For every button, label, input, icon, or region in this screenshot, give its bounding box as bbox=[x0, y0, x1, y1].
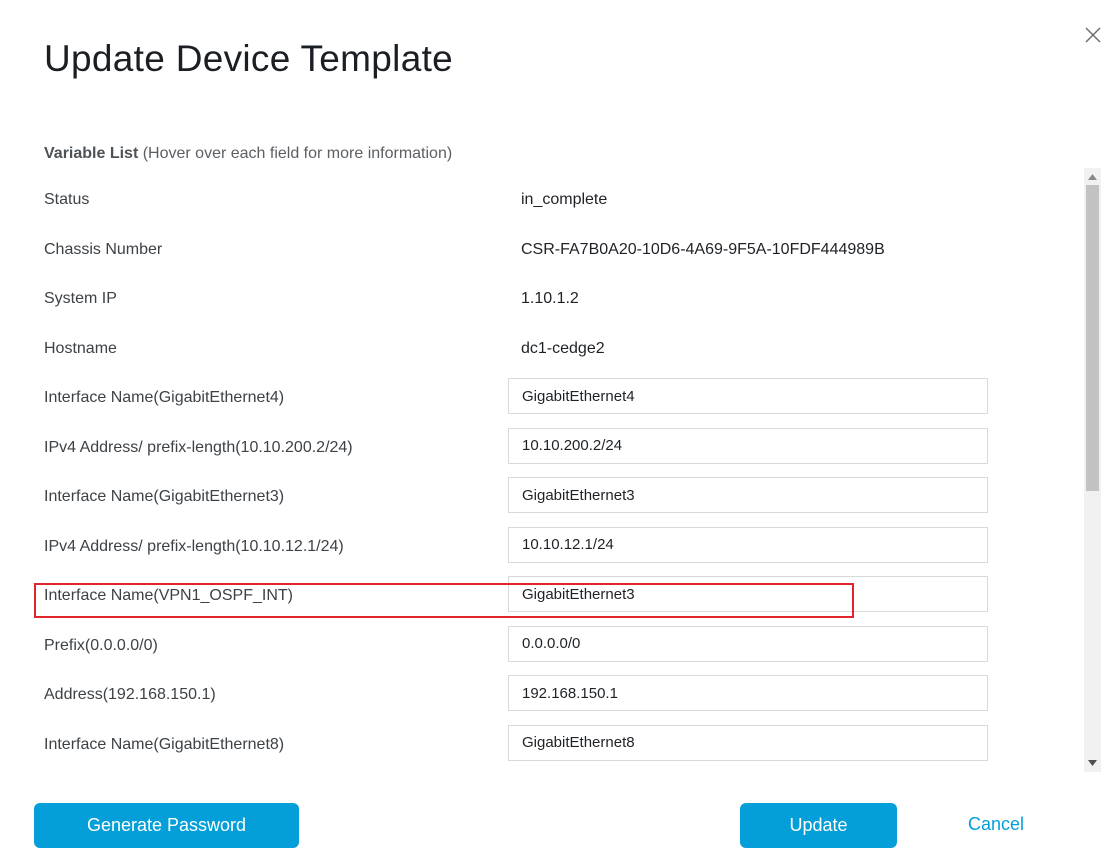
variable-label: Interface Name(GigabitEthernet8) bbox=[44, 735, 285, 753]
variable-row-input: Interface Name(VPN1_OSPF_INT) bbox=[0, 572, 1080, 622]
variable-label: Interface Name(VPN1_OSPF_INT) bbox=[44, 587, 293, 604]
variable-label: Hostname bbox=[44, 339, 117, 357]
close-icon[interactable] bbox=[1082, 24, 1104, 46]
variable-input[interactable] bbox=[508, 427, 988, 464]
variable-input[interactable] bbox=[508, 526, 988, 563]
generate-password-button[interactable]: Generate Password bbox=[34, 803, 299, 848]
update-button[interactable]: Update bbox=[740, 803, 897, 848]
variable-list-title: Variable List bbox=[44, 145, 139, 162]
variable-input[interactable] bbox=[508, 477, 988, 513]
variable-value: CSR-FA7B0A20-10D6-4A69-9F5A-10FDF444989B bbox=[521, 240, 885, 258]
variable-input[interactable] bbox=[508, 625, 988, 662]
variable-row-hostname: Hostname dc1-cedge2 bbox=[0, 325, 1080, 375]
variable-value: dc1-cedge2 bbox=[521, 339, 605, 357]
variable-input[interactable] bbox=[508, 675, 988, 711]
variable-row-system-ip: System IP 1.10.1.2 bbox=[0, 275, 1080, 325]
variable-label: System IP bbox=[44, 290, 117, 307]
variable-row-input: Interface Name(GigabitEthernet8) bbox=[0, 721, 1080, 769]
variable-value: in_complete bbox=[521, 191, 608, 208]
variable-row-input: IPv4 Address/ prefix-length(10.10.12.1/2… bbox=[0, 523, 1080, 573]
scrollbar-thumb[interactable] bbox=[1086, 185, 1099, 491]
variable-row-input: Interface Name(GigabitEthernet4) bbox=[0, 374, 1080, 424]
variable-list-header: Variable List (Hover over each field for… bbox=[44, 145, 452, 163]
variable-row-input: Prefix(0.0.0.0/0) bbox=[0, 622, 1080, 672]
vertical-scrollbar[interactable] bbox=[1084, 168, 1101, 772]
dialog-title: Update Device Template bbox=[44, 38, 454, 79]
variable-input[interactable] bbox=[508, 724, 988, 761]
variable-input[interactable] bbox=[508, 378, 988, 414]
variable-row-status: Status in_complete bbox=[0, 176, 1080, 226]
variable-list: Status in_complete Chassis Number CSR-FA… bbox=[0, 176, 1080, 768]
variable-row-input: Interface Name(GigabitEthernet3) bbox=[0, 473, 1080, 523]
variable-label: Prefix(0.0.0.0/0) bbox=[44, 636, 158, 654]
scroll-up-arrow-icon[interactable] bbox=[1084, 170, 1101, 184]
variable-input[interactable] bbox=[508, 576, 988, 612]
scroll-down-arrow-icon[interactable] bbox=[1084, 756, 1101, 770]
variable-label: Interface Name(GigabitEthernet4) bbox=[44, 389, 285, 406]
variable-label: IPv4 Address/ prefix-length(10.10.200.2/… bbox=[44, 438, 353, 456]
variable-row-input: Address(192.168.150.1) bbox=[0, 671, 1080, 721]
variable-label: Interface Name(GigabitEthernet3) bbox=[44, 488, 285, 505]
cancel-button[interactable]: Cancel bbox=[968, 814, 1024, 835]
variable-row-chassis-number: Chassis Number CSR-FA7B0A20-10D6-4A69-9F… bbox=[0, 226, 1080, 276]
variable-label: Address(192.168.150.1) bbox=[44, 686, 216, 703]
variable-label: Chassis Number bbox=[44, 240, 163, 258]
variable-label: IPv4 Address/ prefix-length(10.10.12.1/2… bbox=[44, 537, 344, 555]
variable-row-input: IPv4 Address/ prefix-length(10.10.200.2/… bbox=[0, 424, 1080, 474]
variable-value: 1.10.1.2 bbox=[521, 290, 579, 307]
variable-label: Status bbox=[44, 191, 90, 208]
variable-list-hint: (Hover over each field for more informat… bbox=[142, 145, 453, 162]
